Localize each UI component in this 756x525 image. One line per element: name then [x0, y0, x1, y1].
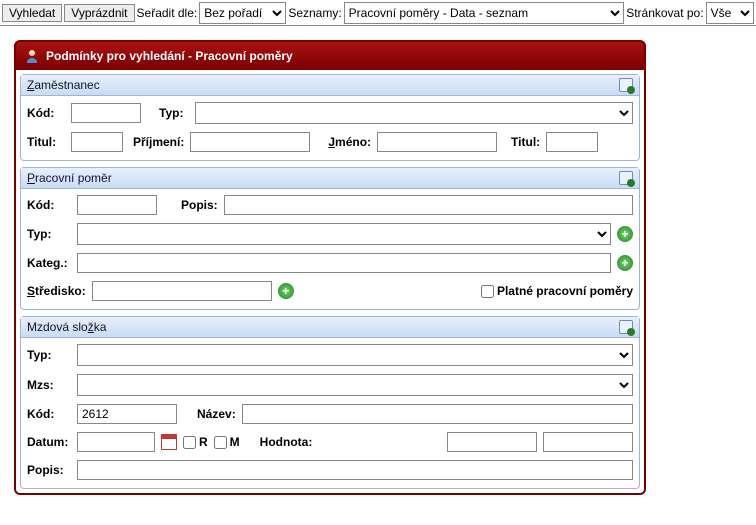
paginate-label: Stránkovat po:	[626, 6, 703, 20]
emp-prijmeni-input[interactable]	[190, 132, 310, 152]
section-wage: Mzdová složka Typ: Mzs: Kód:	[20, 316, 640, 489]
section-wage-title: Mzdová složka	[27, 320, 106, 334]
wage-datum-input[interactable]	[77, 432, 155, 452]
wage-mzs-select[interactable]	[77, 374, 633, 396]
emp-kod-label: Kód:	[27, 106, 65, 120]
add-kateg-button[interactable]: +	[617, 255, 633, 271]
section-employee-title: Zaměstnanec	[27, 78, 100, 92]
wage-kod-label: Kód:	[27, 407, 71, 421]
add-typ-button[interactable]: +	[617, 226, 633, 242]
empmnt-typ-label: Typ:	[27, 227, 71, 241]
wage-nazev-input[interactable]	[242, 404, 633, 424]
empmnt-platne-checkbox[interactable]	[481, 285, 494, 298]
search-conditions-panel: Podmínky pro vyhledání - Pracovní poměry…	[14, 40, 646, 495]
section-employment-title: Pracovní poměr	[27, 171, 112, 185]
wage-hodnota-label: Hodnota:	[260, 435, 313, 449]
panel-title: Podmínky pro vyhledání - Pracovní poměry	[46, 49, 293, 63]
empmnt-platne-label: Platné pracovní poměry	[497, 284, 633, 298]
emp-kod-input[interactable]	[71, 103, 141, 123]
wage-hodnota-to-input[interactable]	[543, 432, 633, 452]
lists-label: Seznamy:	[288, 6, 341, 20]
wage-kod-input[interactable]	[77, 404, 177, 424]
empmnt-typ-select[interactable]	[77, 223, 611, 245]
expand-icon[interactable]	[619, 78, 633, 92]
empmnt-popis-input[interactable]	[224, 195, 633, 215]
calendar-icon[interactable]	[161, 434, 177, 450]
wage-popis-input[interactable]	[77, 460, 633, 480]
section-employment: Pracovní poměr Kód: Popis: Typ: +	[20, 167, 640, 310]
section-wage-header: Mzdová složka	[21, 317, 639, 338]
emp-jmeno-label: Jméno:	[328, 135, 371, 149]
expand-icon[interactable]	[619, 171, 633, 185]
sort-label: Seřadit dle:	[137, 6, 198, 20]
empmnt-kateg-input[interactable]	[77, 253, 611, 273]
sort-select[interactable]: Bez pořadí	[199, 2, 286, 24]
expand-icon[interactable]	[619, 320, 633, 334]
wage-typ-label: Typ:	[27, 348, 71, 362]
search-button[interactable]: Vyhledat	[2, 4, 62, 22]
section-employee-header: Zaměstnanec	[21, 75, 639, 96]
person-icon	[24, 48, 40, 64]
wage-mzs-label: Mzs:	[27, 378, 71, 392]
emp-jmeno-input[interactable]	[377, 132, 497, 152]
wage-r-checkbox[interactable]	[183, 436, 196, 449]
paginate-select[interactable]: Vše	[706, 2, 754, 24]
emp-titul2-label: Titul:	[511, 135, 540, 149]
lists-select[interactable]: Pracovní poměry - Data - seznam	[344, 2, 625, 24]
wage-datum-label: Datum:	[27, 435, 71, 449]
empmnt-stredisko-label: Středisko:	[27, 284, 86, 298]
empmnt-kod-input[interactable]	[77, 195, 157, 215]
empmnt-kateg-label: Kateg.:	[27, 256, 71, 270]
emp-titul-label: Titul:	[27, 135, 65, 149]
wage-hodnota-from-input[interactable]	[447, 432, 537, 452]
empmnt-popis-label: Popis:	[181, 198, 218, 212]
emp-typ-label: Typ:	[159, 106, 189, 120]
top-toolbar: Vyhledat Vyprázdnit Seřadit dle: Bez poř…	[0, 0, 756, 26]
wage-nazev-label: Název:	[197, 407, 236, 421]
add-stredisko-button[interactable]: +	[278, 283, 294, 299]
clear-button[interactable]: Vyprázdnit	[64, 4, 134, 22]
wage-popis-label: Popis:	[27, 463, 71, 477]
wage-typ-select[interactable]	[77, 344, 633, 366]
empmnt-kod-label: Kód:	[27, 198, 71, 212]
empmnt-stredisko-input[interactable]	[92, 281, 272, 301]
emp-titul-input[interactable]	[71, 132, 123, 152]
section-employment-header: Pracovní poměr	[21, 168, 639, 189]
section-employee: Zaměstnanec Kód: Typ: Titul: Příjmení:	[20, 74, 640, 161]
emp-prijmeni-label: Příjmení:	[133, 135, 184, 149]
wage-r-label: R	[199, 435, 208, 449]
emp-titul2-input[interactable]	[546, 132, 598, 152]
wage-m-checkbox[interactable]	[214, 436, 227, 449]
wage-m-label: M	[230, 435, 240, 449]
panel-header: Podmínky pro vyhledání - Pracovní poměry	[16, 42, 644, 70]
emp-typ-select[interactable]	[195, 102, 633, 124]
